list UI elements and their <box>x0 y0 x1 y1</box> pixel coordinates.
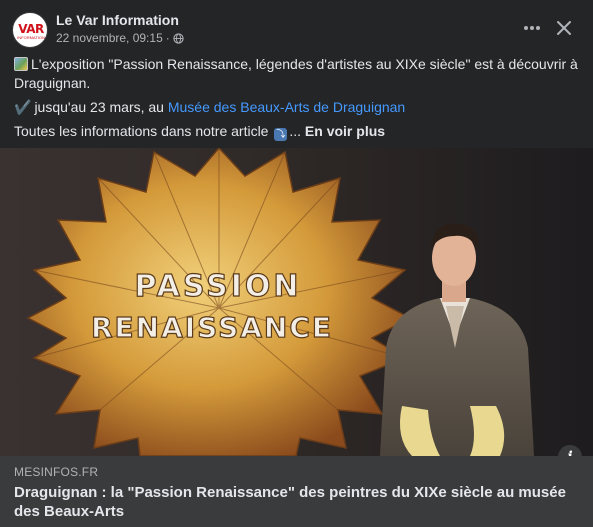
page-avatar[interactable]: VAR INFORMATION <box>12 12 48 48</box>
close-button[interactable] <box>552 16 576 40</box>
more-options-button[interactable] <box>520 16 544 40</box>
article-text: Toutes les informations dans notre artic… <box>14 123 269 139</box>
globe-icon[interactable] <box>173 32 184 44</box>
post-image[interactable]: PASSION RENAISSANCE i <box>0 148 593 456</box>
post-header: VAR INFORMATION Le Var Information 22 no… <box>0 0 593 52</box>
link-headline[interactable]: Draguignan : la "Passion Renaissance" de… <box>14 483 574 521</box>
exhibition-description: L'exposition "Passion Renaissance, légen… <box>14 56 578 91</box>
link-domain: MESINFOS.FR <box>14 465 99 479</box>
check-mark-icon: ✔️ <box>14 99 32 115</box>
post-text: L'exposition "Passion Renaissance, légen… <box>14 55 579 141</box>
sign-renaissance: RENAISSANCE <box>91 311 333 344</box>
avatar-logo-text: VAR <box>18 22 44 36</box>
meta-separator: · <box>165 31 170 45</box>
arrow-down-emoji-icon: ⤵ <box>274 128 288 141</box>
facebook-post: VAR INFORMATION Le Var Information 22 no… <box>0 0 593 527</box>
link-preview[interactable]: MESINFOS.FR Draguignan : la "Passion Ren… <box>0 456 593 527</box>
post-text-line-1: L'exposition "Passion Renaissance, légen… <box>14 55 579 93</box>
museum-link[interactable]: Musée des Beaux-Arts de Draguignan <box>168 99 405 115</box>
framed-picture-emoji-icon <box>14 57 28 71</box>
page-name-link[interactable]: Le Var Information <box>56 12 179 28</box>
more-horizontal-icon <box>524 26 540 30</box>
ellipsis: ... <box>289 123 302 139</box>
post-text-line-2: ✔️ jusqu'au 23 mars, au Musée des Beaux-A… <box>14 98 579 117</box>
dates-text: jusqu'au 23 mars, au <box>34 99 168 115</box>
see-more-button[interactable]: En voir plus <box>305 123 385 139</box>
post-text-line-3: Toutes les informations dans notre artic… <box>14 122 579 141</box>
close-icon <box>557 21 571 35</box>
avatar-logo-subtext: INFORMATION <box>17 35 45 40</box>
post-meta: 22 novembre, 09:15 · <box>56 31 184 45</box>
post-timestamp[interactable]: 22 novembre, 09:15 <box>56 31 163 45</box>
exhibition-photo: PASSION RENAISSANCE <box>0 148 593 456</box>
sign-passion: PASSION <box>134 269 301 304</box>
